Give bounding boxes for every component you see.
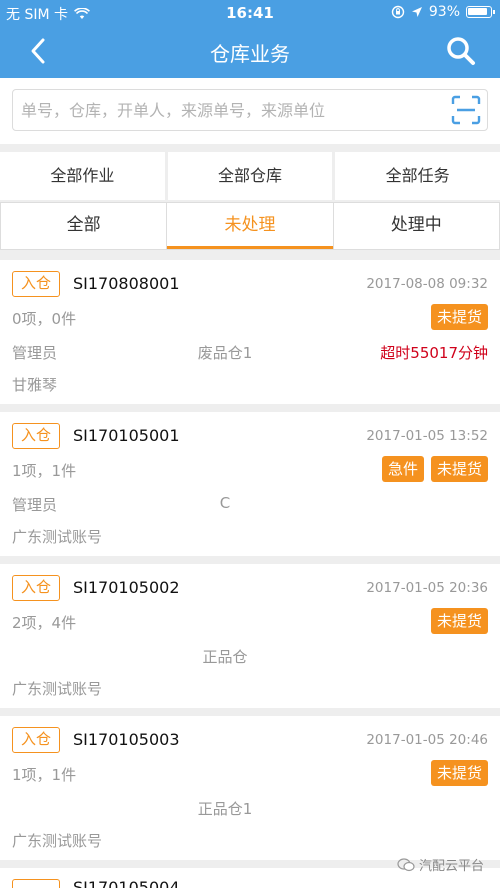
order-code: SI170808001 xyxy=(73,274,180,293)
status-bar: 无 SIM 卡 16:41 93% xyxy=(0,0,500,24)
overdue-label: 超时55017分钟 xyxy=(380,344,488,362)
order-quantity: 0项，0件 xyxy=(12,310,77,328)
tab-processing[interactable]: 处理中 xyxy=(332,203,499,249)
status-tag-urgent[interactable]: 急件 xyxy=(381,456,424,482)
filter-all-warehouses[interactable]: 全部仓库 xyxy=(167,152,333,200)
order-creator: 甘雅琴 xyxy=(12,376,58,394)
location-icon xyxy=(411,7,422,17)
tab-all[interactable]: 全部 xyxy=(1,203,166,249)
battery-icon xyxy=(466,6,495,18)
filter-bar: 全部作业 全部仓库 全部任务 xyxy=(0,152,500,200)
status-tabs: 全部 未处理 处理中 xyxy=(0,202,500,250)
order-card[interactable]: 入仓 SI170105001 2017-01-05 13:52 1项，1件 急件… xyxy=(0,412,500,556)
order-creator: 广东测试账号 xyxy=(12,528,103,546)
order-card[interactable]: 入仓 SI170808001 2017-08-08 09:32 0项，0件 未提… xyxy=(0,260,500,404)
order-manager: 管理员 xyxy=(12,496,58,514)
watermark: 汽配云平台 xyxy=(397,855,484,874)
nav-bar: 仓库业务 xyxy=(0,24,500,78)
status-tag-not-picked[interactable]: 未提货 xyxy=(430,304,488,330)
order-list: 入仓 SI170808001 2017-08-08 09:32 0项，0件 未提… xyxy=(0,260,500,888)
search-input[interactable] xyxy=(21,90,441,130)
order-warehouse: C xyxy=(219,494,231,512)
wechat-icon xyxy=(397,857,415,871)
order-date: 2017-01-05 20:36 xyxy=(366,580,488,596)
tab-unprocessed[interactable]: 未处理 xyxy=(166,203,333,249)
order-code: SI170105003 xyxy=(73,730,180,749)
order-quantity: 1项，1件 xyxy=(12,766,77,784)
order-manager: 管理员 xyxy=(12,344,58,362)
search-icon[interactable] xyxy=(444,34,478,68)
order-code: SI170105001 xyxy=(73,426,180,445)
order-creator: 广东测试账号 xyxy=(12,680,103,698)
order-card[interactable]: 入仓 SI170105003 2017-01-05 20:46 1项，1件 未提… xyxy=(0,716,500,860)
status-tag-not-picked[interactable]: 未提货 xyxy=(430,760,488,786)
order-code: SI170105004 xyxy=(73,880,183,888)
order-type-badge: 入仓 xyxy=(12,727,60,753)
filter-all-tasks[interactable]: 全部任务 xyxy=(335,152,500,200)
search-box xyxy=(12,89,488,131)
rotation-lock-icon xyxy=(391,5,405,19)
order-type-badge: 入仓 xyxy=(12,271,60,297)
order-date: 2017-08-08 09:32 xyxy=(366,276,488,292)
order-warehouse: 正品仓1 xyxy=(197,800,253,818)
scan-icon[interactable] xyxy=(451,95,481,125)
battery-percent: 93% xyxy=(428,4,460,20)
order-type-badge: 入仓 xyxy=(12,423,60,449)
status-tag-not-picked[interactable]: 未提货 xyxy=(430,456,488,482)
order-creator: 广东测试账号 xyxy=(12,832,103,850)
order-quantity: 1项，1件 xyxy=(12,462,77,480)
order-card[interactable]: 入仓 SI170105002 2017-01-05 20:36 2项，4件 未提… xyxy=(0,564,500,708)
filter-all-jobs[interactable]: 全部作业 xyxy=(0,152,165,200)
order-warehouse: 正品仓 xyxy=(202,648,248,666)
watermark-text: 汽配云平台 xyxy=(418,859,484,874)
header-bar: 无 SIM 卡 16:41 93% 仓库业务 xyxy=(0,0,500,78)
order-quantity: 2项，4件 xyxy=(12,614,77,632)
order-warehouse: 废品仓1 xyxy=(197,344,253,362)
page-title: 仓库业务 xyxy=(210,42,290,66)
order-type-badge xyxy=(12,879,60,888)
order-date: 2017-01-05 13:52 xyxy=(366,428,488,444)
order-date: 2017-01-05 20:46 xyxy=(366,732,488,748)
order-code: SI170105002 xyxy=(73,578,180,597)
search-section xyxy=(0,78,500,144)
status-tag-not-picked[interactable]: 未提货 xyxy=(430,608,488,634)
order-type-badge: 入仓 xyxy=(12,575,60,601)
